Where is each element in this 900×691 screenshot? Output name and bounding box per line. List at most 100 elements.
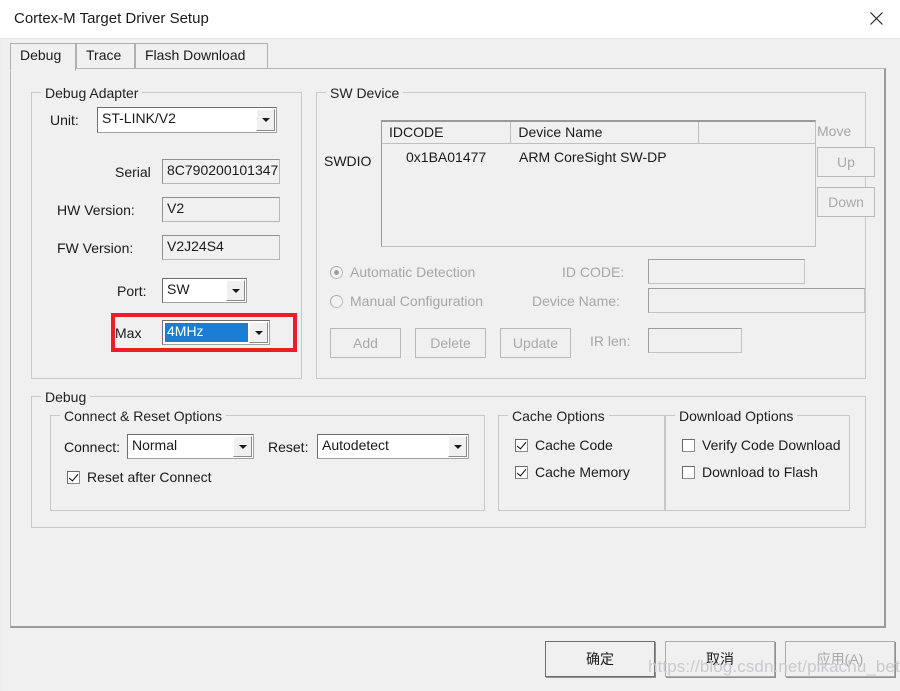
tab-trace[interactable]: Trace <box>76 43 135 69</box>
ir-len-label: IR len: <box>590 333 631 349</box>
apply-button[interactable]: 应用(A) <box>785 641 895 677</box>
port-select[interactable]: SW <box>162 278 247 303</box>
delete-button-label: Delete <box>430 335 471 351</box>
max-clock-select[interactable]: 4MHz <box>162 320 270 345</box>
radio-automatic-detection-indicator <box>330 265 343 279</box>
cancel-button[interactable]: 取消 <box>665 641 775 677</box>
group-debug-title: Debug <box>41 389 91 405</box>
checkbox-cache-code[interactable]: Cache Code <box>515 437 613 453</box>
radio-automatic-detection-label: Automatic Detection <box>350 264 476 280</box>
reset-select[interactable]: Autodetect <box>317 434 469 459</box>
update-button-label: Update <box>512 335 559 351</box>
move-down-button-label: Down <box>828 194 864 210</box>
group-download-options-title: Download Options <box>675 408 798 424</box>
chevron-down-icon[interactable] <box>256 109 275 131</box>
chevron-down-icon[interactable] <box>448 436 467 457</box>
checkbox-download-to-flash-label: Download to Flash <box>702 464 818 480</box>
checkbox-verify-code-download-label: Verify Code Download <box>702 437 841 453</box>
unit-select[interactable]: ST-LINK/V2 <box>97 107 277 133</box>
chevron-down-icon[interactable] <box>233 436 252 457</box>
id-code-field[interactable] <box>648 259 805 284</box>
group-connect-reset-options-title: Connect & Reset Options <box>60 408 226 424</box>
column-header-extra[interactable] <box>698 122 815 144</box>
tab-flash-download[interactable]: Flash Download <box>135 43 268 69</box>
dialog-window: Cortex-M Target Driver Setup Debug Trace… <box>0 0 900 691</box>
checkbox-reset-after-connect[interactable]: Reset after Connect <box>67 469 212 485</box>
checkbox-cache-memory[interactable]: Cache Memory <box>515 464 630 480</box>
move-label: Move <box>817 123 852 139</box>
cancel-button-label: 取消 <box>706 651 734 667</box>
port-label: Port: <box>117 283 147 299</box>
checkbox-cache-memory-label: Cache Memory <box>535 464 630 480</box>
checkbox-verify-code-download[interactable]: Verify Code Download <box>682 437 841 453</box>
unit-select-value: ST-LINK/V2 <box>102 110 176 126</box>
apply-button-label: 应用(A) <box>816 651 864 667</box>
checkbox-reset-after-connect-label: Reset after Connect <box>87 469 212 485</box>
update-button[interactable]: Update <box>500 328 571 358</box>
delete-button[interactable]: Delete <box>415 328 486 358</box>
sw-device-table-header: IDCODE Device Name <box>382 122 815 144</box>
radio-manual-configuration[interactable]: Manual Configuration <box>330 293 483 309</box>
tab-flash-download-label: Flash Download <box>145 47 246 63</box>
sw-device-table[interactable]: IDCODE Device Name 0x1BA01477 ARM CoreSi… <box>381 120 816 247</box>
group-cache-options-title: Cache Options <box>508 408 609 424</box>
group-debug-adapter: Debug Adapter Unit: ST-LINK/V2 Serial 8C… <box>31 85 302 379</box>
device-name-label: Device Name: <box>532 293 620 309</box>
connect-select-value: Normal <box>132 437 178 453</box>
port-select-value: SW <box>167 281 190 297</box>
checkbox-reset-after-connect-indicator <box>67 470 80 484</box>
checkbox-download-to-flash-indicator <box>682 465 695 479</box>
id-code-label: ID CODE: <box>562 264 625 280</box>
move-down-button[interactable]: Down <box>817 187 875 217</box>
chevron-down-icon[interactable] <box>226 280 245 301</box>
checkbox-cache-code-label: Cache Code <box>535 437 613 453</box>
checkbox-download-to-flash[interactable]: Download to Flash <box>682 464 818 480</box>
device-name-field[interactable] <box>648 288 865 313</box>
ir-len-field[interactable] <box>648 328 742 353</box>
add-button-label: Add <box>353 335 378 351</box>
move-up-button-label: Up <box>837 154 855 170</box>
column-header-device-name[interactable]: Device Name <box>511 122 699 144</box>
group-connect-reset-options: Connect & Reset Options Connect: Normal … <box>50 408 485 511</box>
add-button[interactable]: Add <box>330 328 401 358</box>
tab-page-debug: Debug Adapter Unit: ST-LINK/V2 Serial 8C… <box>10 68 886 628</box>
hw-version-label: HW Version: <box>57 202 135 218</box>
window-left-edge <box>0 0 2 691</box>
unit-label: Unit: <box>50 112 79 128</box>
fw-version-label: FW Version: <box>57 240 134 256</box>
tab-debug-label: Debug <box>20 47 62 63</box>
tab-strip: Debug Trace Flash Download <box>10 43 890 71</box>
checkbox-verify-code-download-indicator <box>682 438 695 452</box>
cell-device-name: ARM CoreSight SW-DP <box>519 149 667 165</box>
move-up-button[interactable]: Up <box>817 147 875 177</box>
chevron-down-icon[interactable] <box>249 322 268 343</box>
serial-field[interactable]: 8C790200101347 <box>162 159 280 184</box>
group-sw-device-title: SW Device <box>326 85 404 101</box>
checkbox-cache-code-indicator <box>515 438 528 452</box>
group-debug: Debug Connect & Reset Options Connect: N… <box>31 389 866 528</box>
column-header-idcode[interactable]: IDCODE <box>382 122 512 144</box>
checkbox-cache-memory-indicator <box>515 465 528 479</box>
max-clock-label: Max <box>115 325 142 341</box>
ok-button-label: 确定 <box>586 651 614 667</box>
connect-select[interactable]: Normal <box>127 434 254 459</box>
fw-version-field[interactable]: V2J24S4 <box>162 235 280 260</box>
connect-label: Connect: <box>64 439 121 455</box>
tab-debug[interactable]: Debug <box>10 43 76 71</box>
tab-trace-label: Trace <box>86 47 122 63</box>
ok-button[interactable]: 确定 <box>545 641 655 677</box>
swdio-label: SWDIO <box>324 153 372 169</box>
group-sw-device: SW Device SWDIO IDCODE Device Name 0x1BA… <box>316 85 875 379</box>
hw-version-field[interactable]: V2 <box>162 197 280 222</box>
window-title: Cortex-M Target Driver Setup <box>14 10 209 27</box>
radio-manual-configuration-indicator <box>330 294 343 308</box>
radio-automatic-detection[interactable]: Automatic Detection <box>330 264 475 280</box>
cell-idcode: 0x1BA01477 <box>406 149 487 165</box>
close-icon[interactable] <box>852 0 900 37</box>
max-clock-select-value: 4MHz <box>165 323 248 342</box>
radio-manual-configuration-label: Manual Configuration <box>350 293 484 309</box>
serial-label: Serial <box>115 164 151 180</box>
group-debug-adapter-title: Debug Adapter <box>41 85 143 101</box>
title-bar: Cortex-M Target Driver Setup <box>0 0 900 39</box>
reset-label: Reset: <box>268 439 309 455</box>
